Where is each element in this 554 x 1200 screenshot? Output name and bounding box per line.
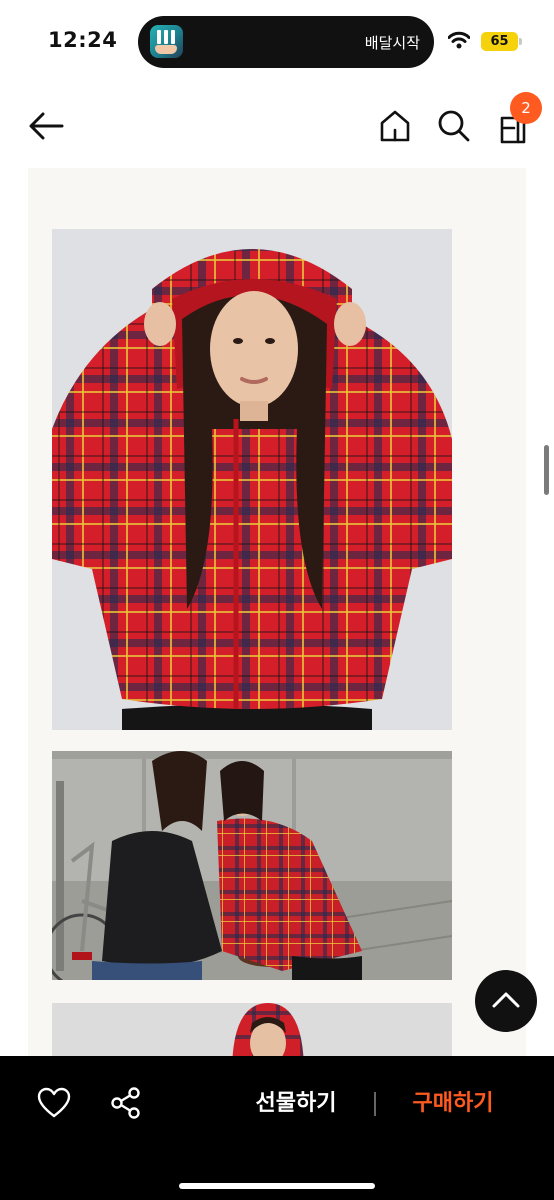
scroll-to-top-button[interactable] (475, 970, 537, 1032)
buy-button[interactable]: 구매하기 (396, 1089, 510, 1119)
cart-count-badge: 2 (510, 92, 542, 124)
island-status-text: 배달시작 (364, 34, 420, 52)
share-icon[interactable] (108, 1086, 144, 1120)
delivery-app-icon (150, 25, 183, 58)
product-image-2[interactable] (52, 751, 452, 980)
home-icon[interactable] (378, 108, 412, 144)
battery-indicator: 65 (481, 32, 518, 51)
product-detail-images (28, 168, 526, 1073)
wifi-icon (448, 31, 470, 49)
heart-icon[interactable] (36, 1086, 72, 1120)
battery-nub (519, 38, 522, 45)
scroll-indicator[interactable] (544, 445, 549, 495)
chevron-up-icon (492, 992, 520, 1008)
home-indicator[interactable] (179, 1183, 375, 1189)
gift-button[interactable]: 선물하기 (240, 1089, 352, 1119)
tartan-jacket-photo (52, 229, 452, 730)
outdoor-two-models-photo (52, 751, 452, 980)
dynamic-island[interactable]: 배달시작 (138, 16, 434, 68)
arrow-left-icon[interactable] (26, 108, 66, 144)
search-icon[interactable] (436, 108, 472, 144)
product-image-1[interactable] (52, 229, 452, 730)
bottom-action-bar: 선물하기 구매하기 (0, 1056, 554, 1200)
top-navigation: 2 (0, 84, 554, 168)
status-time: 12:24 (48, 28, 118, 52)
action-divider (374, 1092, 376, 1116)
status-bar: 12:24 배달시작 65 (0, 0, 554, 84)
